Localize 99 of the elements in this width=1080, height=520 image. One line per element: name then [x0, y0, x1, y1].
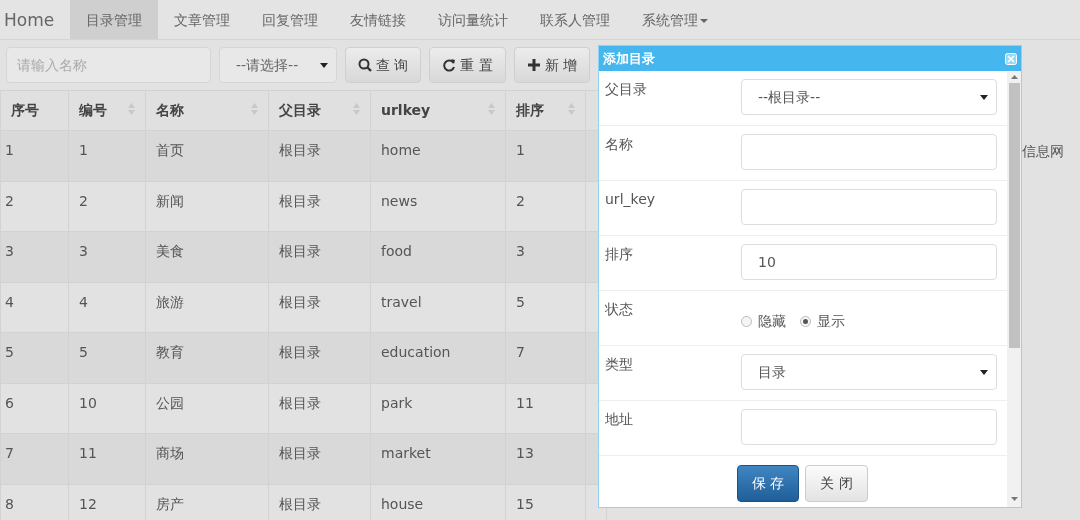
radio-label: 显示	[817, 312, 845, 331]
toolbar-button[interactable]: 重 置	[429, 47, 506, 83]
table-cell: 1	[68, 130, 146, 181]
column-header[interactable]: 父目录	[268, 90, 371, 131]
table-cell: 旅游	[145, 282, 269, 333]
column-header[interactable]: 编号	[68, 90, 146, 131]
select-field[interactable]: --根目录--	[741, 79, 997, 115]
toolbar-button[interactable]: 查 询	[345, 47, 422, 83]
table-cell: 2	[505, 181, 586, 232]
radio-button[interactable]	[800, 316, 811, 327]
table-cell: 15	[505, 484, 586, 520]
field-label: 地址	[605, 410, 634, 429]
table-cell: 根目录	[268, 181, 371, 232]
table-cell: 5	[0, 332, 69, 383]
close-icon[interactable]	[1005, 52, 1017, 65]
column-header[interactable]: 序号	[0, 90, 69, 131]
table-cell: 1	[505, 130, 586, 181]
field-label: 父目录	[605, 80, 648, 99]
table-cell: travel	[370, 282, 506, 333]
table-cell: 新闻	[145, 181, 269, 232]
column-header[interactable]: urlkey	[370, 90, 506, 131]
radio-button[interactable]	[741, 316, 752, 327]
nav-tab[interactable]: 回复管理	[246, 0, 335, 39]
field-label: 状态	[605, 300, 634, 319]
table-cell: 房产	[145, 484, 269, 520]
refresh-icon	[442, 58, 457, 72]
close-button[interactable]: 关 闭	[805, 465, 868, 502]
table-cell: 3	[505, 231, 586, 282]
table-cell: 7	[0, 433, 69, 484]
table-cell: 商场	[145, 433, 269, 484]
scrollbar[interactable]	[1007, 71, 1021, 507]
nav-tab[interactable]: Home	[0, 0, 71, 39]
table-cell-text: 信息网	[1022, 141, 1064, 161]
scroll-up-icon	[1010, 75, 1018, 79]
input-field[interactable]: 10	[741, 244, 997, 280]
dropdown-arrow-icon	[320, 62, 328, 68]
table-cell: 10	[68, 383, 146, 434]
table-cell: 根目录	[268, 433, 371, 484]
column-header[interactable]: 排序	[505, 90, 586, 131]
column-header[interactable]: 名称	[145, 90, 269, 131]
nav-tab[interactable]: 文章管理	[158, 0, 247, 39]
dropdown-arrow-icon	[980, 369, 988, 375]
table-cell: 6	[0, 383, 69, 434]
table-cell: park	[370, 383, 506, 434]
table-cell: 根目录	[268, 383, 371, 434]
table-cell: house	[370, 484, 506, 520]
field-label: 名称	[605, 135, 634, 154]
input-field[interactable]	[741, 134, 997, 170]
nav-tab[interactable]: 系统管理	[626, 0, 725, 39]
search-icon	[358, 58, 372, 72]
filter-select[interactable]: --请选择--	[219, 47, 337, 83]
table-cell: 11	[68, 433, 146, 484]
nav-tab[interactable]: 目录管理	[70, 0, 159, 39]
nav-tab[interactable]: 联系人管理	[524, 0, 627, 39]
field-label: 类型	[605, 355, 634, 374]
table-cell: 美食	[145, 231, 269, 282]
save-button[interactable]: 保 存	[737, 465, 800, 502]
table-cell: 13	[505, 433, 586, 484]
field-label: 排序	[605, 245, 634, 264]
table-cell: food	[370, 231, 506, 282]
table-cell: 公园	[145, 383, 269, 434]
dropdown-arrow-icon	[980, 94, 988, 100]
table-cell: 4	[68, 282, 146, 333]
search-field[interactable]: 请输入名称	[6, 47, 211, 83]
input-field[interactable]	[741, 189, 997, 225]
table-cell: 根目录	[268, 484, 371, 520]
nav-tab[interactable]: 访问量统计	[422, 0, 525, 39]
table-cell: 3	[68, 231, 146, 282]
table-cell: 根目录	[268, 231, 371, 282]
table-cell: 7	[505, 332, 586, 383]
table-cell: 2	[68, 181, 146, 232]
table-cell: 8	[0, 484, 69, 520]
radio-label: 隐藏	[758, 312, 786, 331]
table-cell: education	[370, 332, 506, 383]
table-cell: 5	[68, 332, 146, 383]
scroll-down-icon	[1010, 497, 1018, 501]
table-cell: 根目录	[268, 332, 371, 383]
plus-icon	[526, 58, 541, 72]
table-cell: 3	[0, 231, 69, 282]
table-cell: 11	[505, 383, 586, 434]
input-field[interactable]	[741, 409, 997, 445]
table-cell: 1	[0, 130, 69, 181]
table-cell: 2	[0, 181, 69, 232]
table-cell: 根目录	[268, 130, 371, 181]
table-cell: news	[370, 181, 506, 232]
dialog-title: 添加目录	[603, 49, 655, 68]
table-cell: 教育	[145, 332, 269, 383]
scrollbar-thumb[interactable]	[1008, 83, 1020, 348]
table-cell: market	[370, 433, 506, 484]
table-cell: 5	[505, 282, 586, 333]
toolbar-button[interactable]: 新 增	[513, 47, 591, 83]
table-cell: 4	[0, 282, 69, 333]
table-cell: home	[370, 130, 506, 181]
table-cell: 根目录	[268, 282, 371, 333]
table-cell: 12	[68, 484, 146, 520]
table-cell: 首页	[145, 130, 269, 181]
select-field[interactable]: 目录	[741, 354, 997, 390]
field-label: url_key	[605, 190, 657, 209]
nav-tab[interactable]: 友情链接	[334, 0, 423, 39]
